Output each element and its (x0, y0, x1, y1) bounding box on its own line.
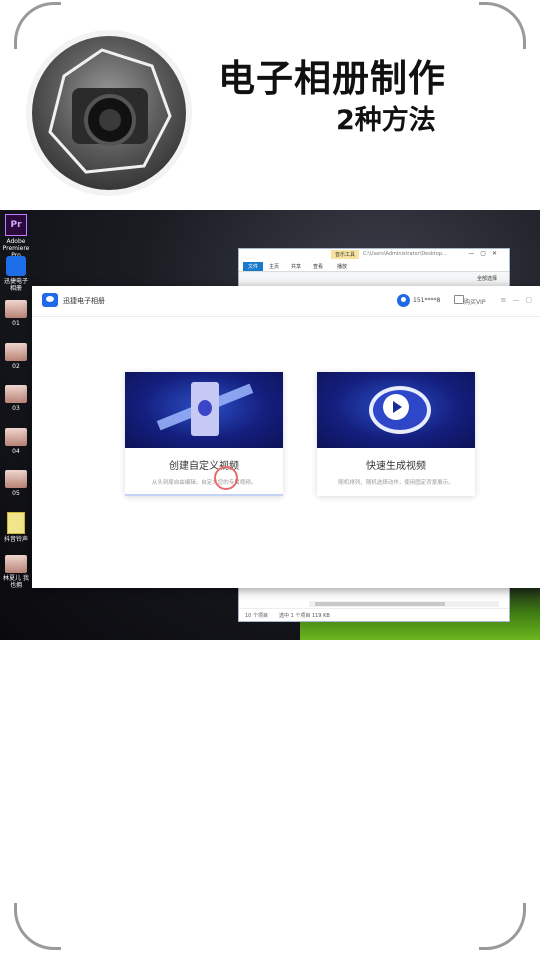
desktop-icon-label: 05 (12, 490, 20, 497)
desktop-icon-label: 01 (12, 320, 20, 327)
quick-generate-video-card[interactable]: 快速生成视频 随机排列、随机选择动作，使用固定背景展示。 (317, 372, 475, 496)
frame-corner-top-left (14, 2, 61, 49)
tab-play[interactable]: 播放 (337, 263, 347, 270)
desktop-icon-music[interactable]: 林夏儿 我也拥 (2, 555, 30, 589)
tab-file[interactable]: 文件 (243, 262, 264, 271)
frame-corner-top-right (479, 2, 526, 49)
app-name: 迅捷电子相册 (63, 297, 105, 305)
status-selected: 选中 1 个项目 119 KB (279, 613, 330, 619)
select-all-button[interactable]: 全部选择 (477, 275, 497, 282)
desktop-icon-label: 04 (12, 448, 20, 455)
card-description: 从头到尾自由编辑。自定义您的专属视频。 (151, 480, 257, 486)
xunjie-app-icon (6, 256, 26, 276)
tab-share[interactable]: 共享 (291, 263, 301, 270)
cart-icon[interactable] (454, 295, 464, 304)
explorer-ribbon-tabs: 文件 主页 共享 查看 播放 (239, 261, 509, 272)
desktop-icon-photo-05[interactable]: 05 (2, 470, 30, 497)
explorer-titlebar: 音乐工具 C:\Users\Administrator\Desktop... —… (239, 249, 509, 261)
horizontal-scrollbar[interactable] (309, 601, 499, 607)
custom-video-illustration (125, 372, 283, 448)
window-controls[interactable]: —▢✕ (468, 250, 503, 257)
card-title: 快速生成视频 (366, 461, 426, 472)
card-description: 随机排列、随机选择动作，使用固定背景展示。 (338, 480, 454, 486)
quick-video-illustration (317, 372, 475, 448)
desktop-icon-label: 迅捷电子相册 (3, 278, 28, 292)
desktop-icon-photo-01[interactable]: 01 (2, 300, 30, 327)
buy-vip-button[interactable]: 购买VIP (464, 297, 486, 306)
photo-thumbnail-icon (5, 300, 27, 318)
desktop-icon-label: 抖音铃声 (3, 536, 28, 543)
user-avatar-icon[interactable] (397, 294, 410, 307)
app-logo-icon (42, 293, 58, 307)
desktop-icon-photo-03[interactable]: 03 (2, 385, 30, 412)
desktop-icon-label: 03 (12, 405, 20, 412)
photo-thumbnail-icon (5, 385, 27, 403)
scroll-thumb[interactable] (315, 602, 445, 606)
desktop-icon-label: 02 (12, 363, 20, 370)
file-icon (7, 512, 25, 534)
frame-corner-bottom-left (14, 903, 61, 950)
status-item-count: 10 个项目 (245, 613, 268, 619)
photo-thumbnail-icon (5, 555, 27, 573)
frame-corner-bottom-right (479, 903, 526, 950)
tab-home[interactable]: 主页 (269, 263, 279, 270)
explorer-path: C:\Users\Administrator\Desktop... (363, 251, 447, 257)
page-title: 电子相册制作 (218, 57, 446, 100)
desktop-icon-photo-02[interactable]: 02 (2, 343, 30, 370)
photo-thumbnail-icon (5, 470, 27, 488)
user-id[interactable]: 151****8 (413, 297, 440, 304)
create-custom-video-card[interactable]: 创建自定义视频 从头到尾自由编辑。自定义您的专属视频。 (125, 372, 283, 496)
photo-album-app-window: 迅捷电子相册 151****8 购买VIP ≡—▢ 创建自定义视频 从头到尾自由… (32, 286, 540, 588)
desktop-icon-photo-04[interactable]: 04 (2, 428, 30, 455)
video-machine-icon (191, 382, 219, 436)
page-subtitle: 2种方法 (336, 105, 436, 136)
app-header: 迅捷电子相册 151****8 购买VIP ≡—▢ (32, 286, 540, 317)
card-highlight-bar (125, 494, 283, 496)
desktop-icon-ringtone[interactable]: 抖音铃声 (2, 512, 30, 543)
camera-photo-graphic (48, 48, 172, 174)
desktop-icon-premiere[interactable]: Pr Adobe Premiere Pro (2, 214, 30, 259)
explorer-statusbar: 10 个项目 选中 1 个项目 119 KB (239, 608, 509, 621)
tab-view[interactable]: 查看 (313, 263, 323, 270)
premiere-icon: Pr (5, 214, 27, 236)
explorer-ribbon: 全部选择 (239, 272, 509, 287)
photo-thumbnail-icon (5, 343, 27, 361)
desktop-screenshot: Pr Adobe Premiere Pro 迅捷电子相册 01 02 03 04… (0, 210, 540, 640)
photo-thumbnail-icon (5, 428, 27, 446)
click-indicator-icon (214, 466, 238, 490)
desktop-icon-xunjie[interactable]: 迅捷电子相册 (2, 256, 30, 292)
music-tool-tab[interactable]: 音乐工具 (331, 250, 360, 259)
camera-photo-avatar (32, 36, 186, 190)
app-window-controls[interactable]: ≡—▢ (501, 296, 538, 304)
play-icon (383, 394, 409, 420)
card-title: 创建自定义视频 (169, 461, 239, 472)
desktop-icon-label: 林夏儿 我也拥 (3, 575, 29, 589)
